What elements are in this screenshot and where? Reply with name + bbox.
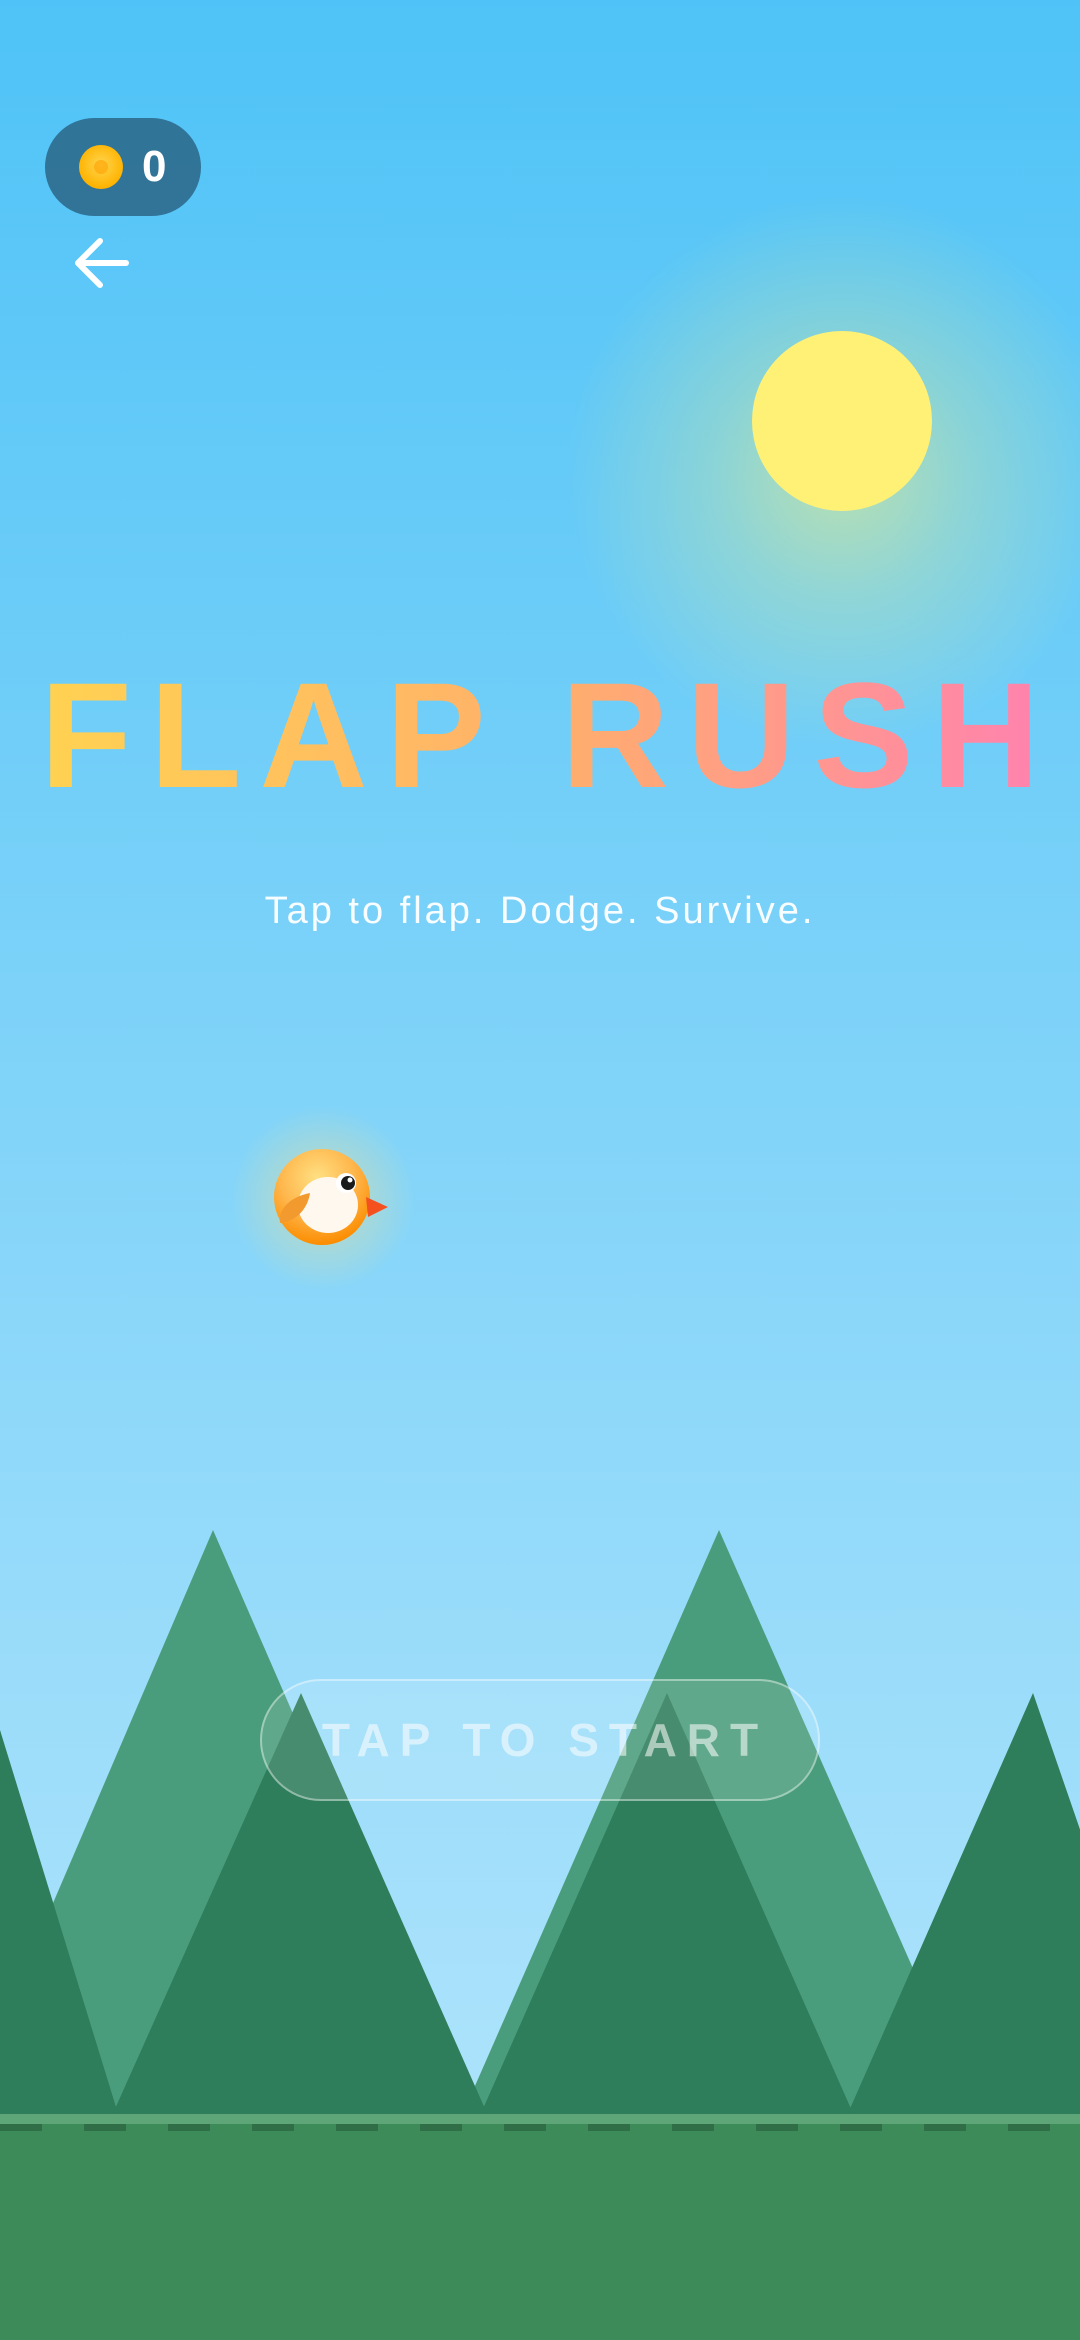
game-title: FLAP RUSH	[0, 660, 1080, 810]
back-button[interactable]	[70, 235, 134, 291]
sun	[752, 331, 932, 511]
ground	[0, 2114, 1080, 2340]
game-screen[interactable]: 0 FLAP RUSH Tap to flap. Dodge. Survive.	[0, 0, 1080, 2340]
coin-counter: 0	[45, 118, 201, 216]
mountain-range	[0, 1530, 1080, 2120]
game-subtitle: Tap to flap. Dodge. Survive.	[264, 890, 816, 932]
coin-icon	[79, 145, 123, 189]
ground-dashes	[0, 2124, 1080, 2131]
tap-to-start-button[interactable]: TAP TO START	[260, 1679, 820, 1801]
coin-count: 0	[142, 142, 167, 191]
arrow-left-icon	[75, 238, 129, 288]
bird-player	[274, 1149, 388, 1245]
ground-edge	[0, 2114, 1080, 2124]
